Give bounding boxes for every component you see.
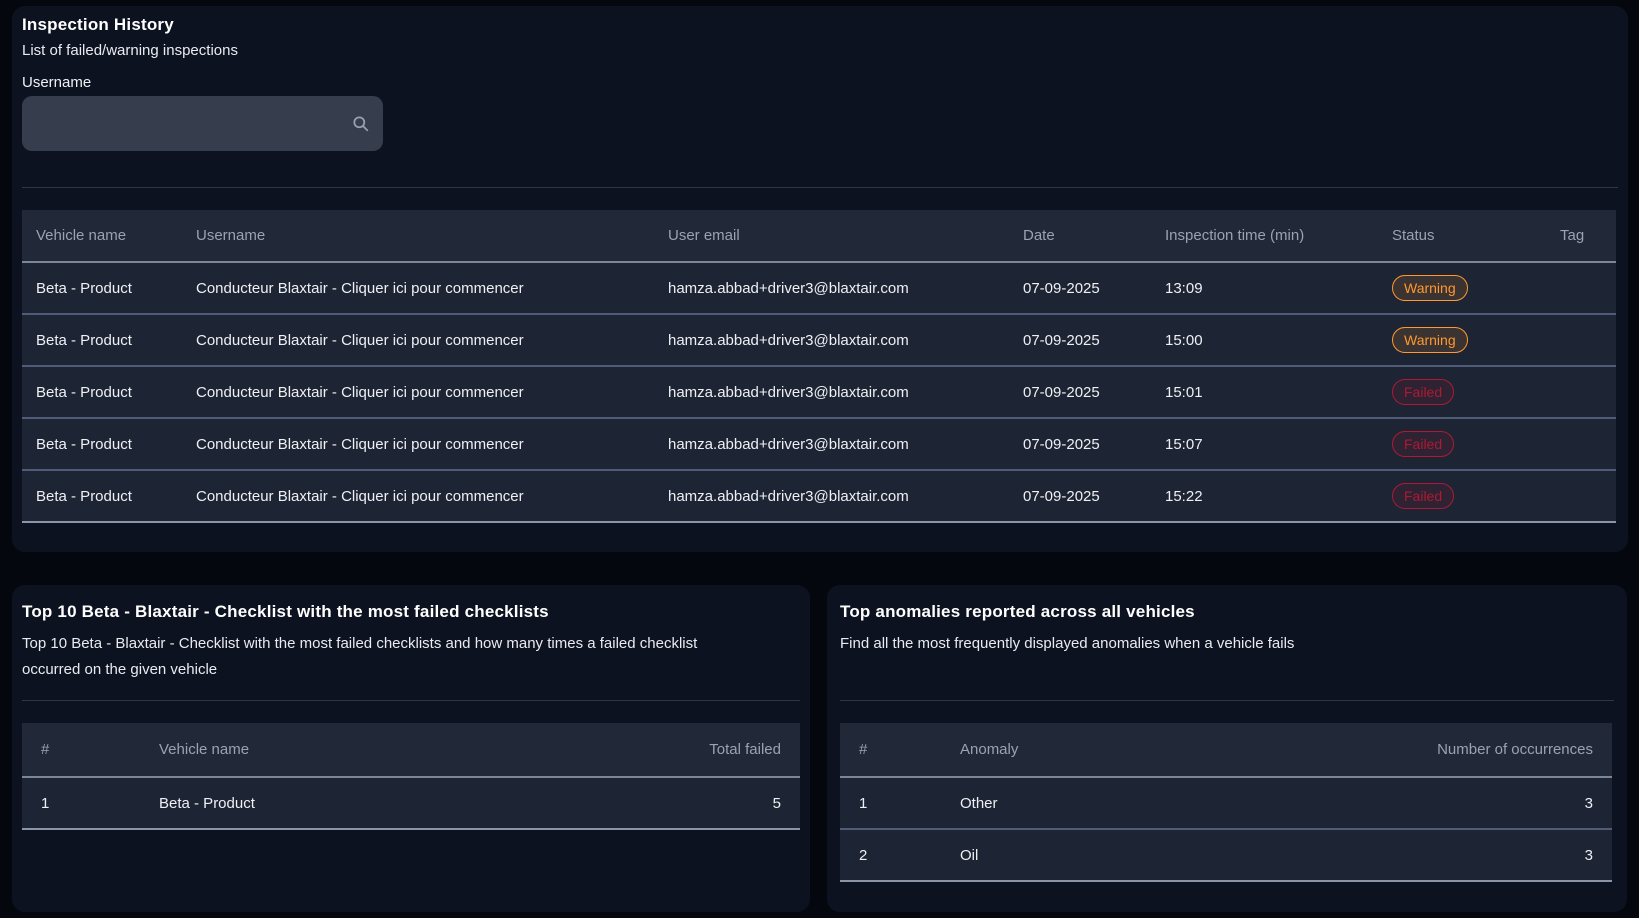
search-icon (350, 114, 370, 134)
top-anomalies-panel: Top anomalies reported across all vehicl… (827, 585, 1627, 912)
cell-count: 3 (1382, 847, 1612, 864)
username-search-box[interactable] (22, 96, 383, 151)
cell-username: Conducteur Blaxtair - Cliquer ici pour c… (182, 280, 654, 297)
table-row: 2 Oil 3 (840, 830, 1612, 882)
cell-status: Failed (1378, 379, 1546, 405)
anomalies-table-header: # Anomaly Number of occurrences (840, 723, 1612, 778)
cell-count: 3 (1382, 795, 1612, 812)
cell-vehicle: Beta - Product (22, 280, 182, 297)
status-badge: Warning (1392, 275, 1468, 301)
col-date[interactable]: Date (1009, 227, 1151, 244)
cell-time: 13:09 (1151, 280, 1378, 297)
cell-status: Failed (1378, 483, 1546, 509)
cell-vehicle: Beta - Product (22, 436, 182, 453)
col-username[interactable]: Username (182, 227, 654, 244)
cell-date: 07-09-2025 (1009, 436, 1151, 453)
cell-vehicle: Beta - Product (22, 384, 182, 401)
panel-description: Find all the most frequently displayed a… (840, 631, 1294, 657)
cell-rank: 1 (22, 795, 140, 812)
status-badge: Warning (1392, 327, 1468, 353)
col-inspection-time[interactable]: Inspection time (min) (1151, 227, 1378, 244)
status-badge: Failed (1392, 379, 1454, 405)
cell-time: 15:07 (1151, 436, 1378, 453)
username-search-input[interactable] (22, 96, 383, 151)
top-failed-table-header: # Vehicle name Total failed (22, 723, 800, 778)
cell-vehicle: Beta - Product (22, 488, 182, 505)
col-rank[interactable]: # (840, 741, 941, 758)
panel-title: Top 10 Beta - Blaxtair - Checklist with … (22, 602, 549, 622)
col-tag[interactable]: Tag (1546, 227, 1616, 244)
cell-username: Conducteur Blaxtair - Cliquer ici pour c… (182, 436, 654, 453)
cell-username: Conducteur Blaxtair - Cliquer ici pour c… (182, 332, 654, 349)
table-row: 1 Beta - Product 5 (22, 778, 800, 830)
status-badge: Failed (1392, 483, 1454, 509)
cell-date: 07-09-2025 (1009, 384, 1151, 401)
top-failed-checklists-panel: Top 10 Beta - Blaxtair - Checklist with … (12, 585, 810, 912)
status-badge: Failed (1392, 431, 1454, 457)
cell-anomaly: Other (941, 795, 1382, 812)
col-rank[interactable]: # (22, 741, 140, 758)
cell-vehicle: Beta - Product (140, 795, 600, 812)
cell-time: 15:22 (1151, 488, 1378, 505)
inspections-table-header: Vehicle name Username User email Date In… (22, 210, 1616, 263)
cell-total: 5 (600, 795, 800, 812)
cell-rank: 1 (840, 795, 941, 812)
table-row: Beta - Product Conducteur Blaxtair - Cli… (22, 367, 1616, 419)
inspections-table: Vehicle name Username User email Date In… (22, 210, 1616, 523)
panel-description: Top 10 Beta - Blaxtair - Checklist with … (22, 631, 757, 683)
col-vehicle-name[interactable]: Vehicle name (22, 227, 182, 244)
panel-title: Inspection History (22, 15, 174, 35)
table-row: Beta - Product Conducteur Blaxtair - Cli… (22, 419, 1616, 471)
cell-status: Warning (1378, 327, 1546, 353)
anomalies-table: # Anomaly Number of occurrences 1 Other … (840, 723, 1612, 882)
cell-anomaly: Oil (941, 847, 1382, 864)
col-vehicle-name[interactable]: Vehicle name (140, 741, 600, 758)
cell-email: hamza.abbad+driver3@blaxtair.com (654, 280, 1009, 297)
cell-time: 15:00 (1151, 332, 1378, 349)
cell-date: 07-09-2025 (1009, 280, 1151, 297)
top-failed-table: # Vehicle name Total failed 1 Beta - Pro… (22, 723, 800, 830)
cell-username: Conducteur Blaxtair - Cliquer ici pour c… (182, 384, 654, 401)
table-row: Beta - Product Conducteur Blaxtair - Cli… (22, 315, 1616, 367)
col-total-failed[interactable]: Total failed (600, 741, 800, 758)
cell-email: hamza.abbad+driver3@blaxtair.com (654, 436, 1009, 453)
table-row: Beta - Product Conducteur Blaxtair - Cli… (22, 263, 1616, 315)
cell-email: hamza.abbad+driver3@blaxtair.com (654, 332, 1009, 349)
section-divider (840, 700, 1614, 701)
cell-email: hamza.abbad+driver3@blaxtair.com (654, 384, 1009, 401)
col-anomaly[interactable]: Anomaly (941, 741, 1382, 758)
cell-rank: 2 (840, 847, 941, 864)
col-status[interactable]: Status (1378, 227, 1546, 244)
table-row: Beta - Product Conducteur Blaxtair - Cli… (22, 471, 1616, 523)
cell-date: 07-09-2025 (1009, 488, 1151, 505)
inspection-history-panel: Inspection History List of failed/warnin… (12, 6, 1628, 552)
table-row: 1 Other 3 (840, 778, 1612, 830)
cell-vehicle: Beta - Product (22, 332, 182, 349)
cell-username: Conducteur Blaxtair - Cliquer ici pour c… (182, 488, 654, 505)
section-divider (22, 187, 1618, 188)
panel-subtitle: List of failed/warning inspections (22, 42, 238, 59)
cell-status: Warning (1378, 275, 1546, 301)
cell-status: Failed (1378, 431, 1546, 457)
cell-date: 07-09-2025 (1009, 332, 1151, 349)
cell-email: hamza.abbad+driver3@blaxtair.com (654, 488, 1009, 505)
username-label: Username (22, 74, 91, 91)
section-divider (22, 700, 800, 701)
col-user-email[interactable]: User email (654, 227, 1009, 244)
cell-time: 15:01 (1151, 384, 1378, 401)
panel-title: Top anomalies reported across all vehicl… (840, 602, 1195, 622)
col-occurrences[interactable]: Number of occurrences (1382, 741, 1612, 758)
